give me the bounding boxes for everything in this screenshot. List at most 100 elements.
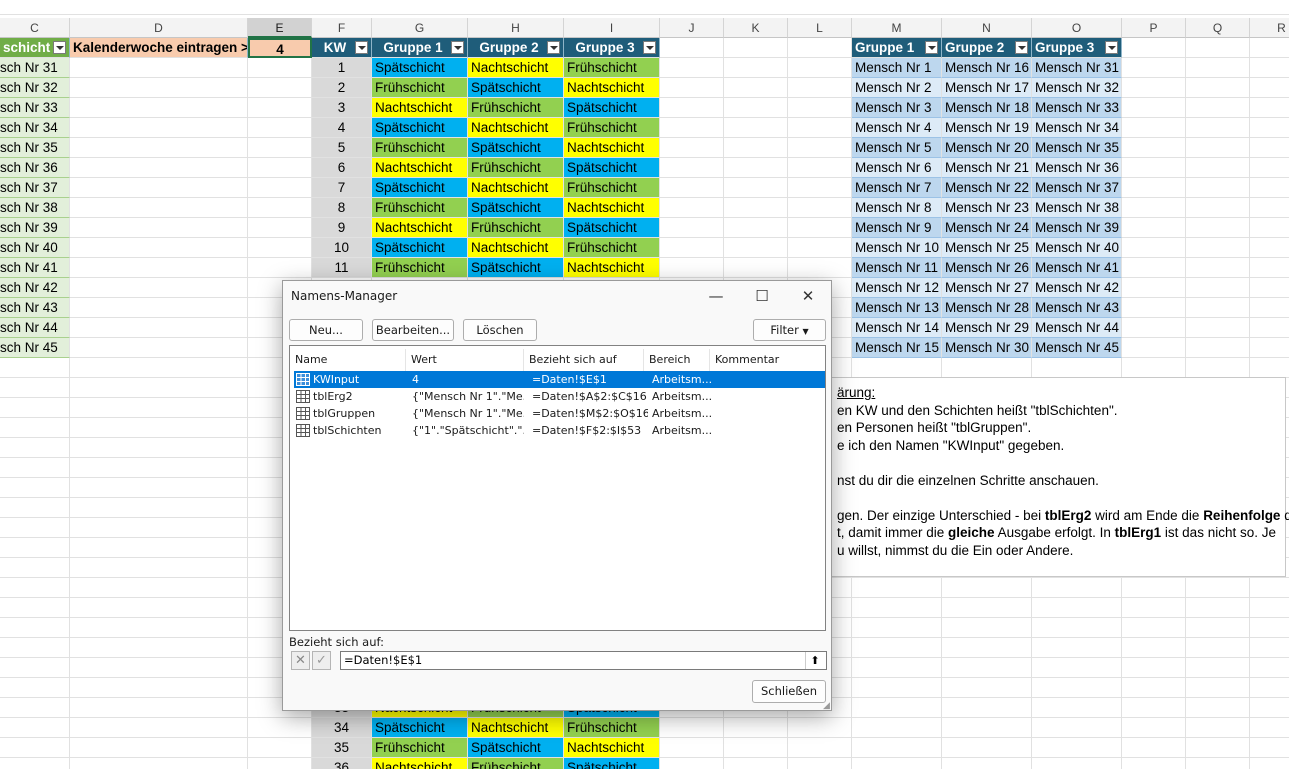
cell[interactable]: [1250, 218, 1289, 238]
table-cell-group[interactable]: Mensch Nr 18: [942, 98, 1032, 118]
cell[interactable]: [70, 578, 248, 598]
table-cell-kw[interactable]: 6: [312, 158, 372, 178]
table-cell-c[interactable]: sch Nr 44: [0, 318, 70, 338]
filter-button[interactable]: Filter ▼: [753, 319, 826, 341]
header-c[interactable]: schicht: [0, 38, 70, 58]
cell[interactable]: [724, 178, 788, 198]
cell[interactable]: [70, 118, 248, 138]
cell[interactable]: [1186, 638, 1250, 658]
cell[interactable]: [660, 238, 724, 258]
cell[interactable]: [0, 578, 70, 598]
cell[interactable]: [70, 238, 248, 258]
cell[interactable]: [1122, 78, 1186, 98]
col-header-scope[interactable]: Bereich: [644, 349, 710, 371]
cell[interactable]: [70, 558, 248, 578]
kw-input-label[interactable]: Kalenderwoche eintragen >: [70, 38, 248, 58]
cell[interactable]: [0, 398, 70, 418]
table-cell-shift[interactable]: Nachtschicht: [468, 178, 564, 198]
table-cell-shift[interactable]: Spätschicht: [468, 738, 564, 758]
cell[interactable]: [852, 758, 942, 769]
table-cell-c[interactable]: sch Nr 43: [0, 298, 70, 318]
table-cell-shift[interactable]: Spätschicht: [564, 758, 660, 769]
column-header-g[interactable]: G: [372, 18, 468, 38]
column-header-n[interactable]: N: [942, 18, 1032, 38]
table-cell-group[interactable]: Mensch Nr 2: [852, 78, 942, 98]
cell[interactable]: [660, 178, 724, 198]
cell[interactable]: [660, 718, 724, 738]
table-cell-group[interactable]: Mensch Nr 39: [1032, 218, 1122, 238]
cell[interactable]: [1186, 578, 1250, 598]
cell[interactable]: [248, 58, 312, 78]
cell[interactable]: [724, 738, 788, 758]
name-list-row[interactable]: tblGruppen {"Mensch Nr 1"."Me... =Daten!$M…: [294, 405, 825, 422]
cell[interactable]: [70, 638, 248, 658]
cell[interactable]: [724, 118, 788, 138]
cell[interactable]: [852, 638, 942, 658]
cell[interactable]: [70, 458, 248, 478]
cell[interactable]: [788, 258, 852, 278]
cell[interactable]: [1122, 658, 1186, 678]
column-header-r[interactable]: R: [1250, 18, 1289, 38]
cell[interactable]: [1250, 138, 1289, 158]
table-cell-shift[interactable]: Nachtschicht: [468, 718, 564, 738]
header-gruppe3[interactable]: Gruppe 3: [564, 38, 660, 58]
table-cell-group[interactable]: Mensch Nr 28: [942, 298, 1032, 318]
cell[interactable]: [1122, 578, 1186, 598]
cell[interactable]: [1122, 618, 1186, 638]
cell[interactable]: [248, 138, 312, 158]
table-cell-group[interactable]: Mensch Nr 30: [942, 338, 1032, 358]
cell[interactable]: [0, 478, 70, 498]
table-cell-kw[interactable]: 3: [312, 98, 372, 118]
table-cell-group[interactable]: Mensch Nr 6: [852, 158, 942, 178]
confirm-edit-icon[interactable]: ✓: [312, 651, 331, 670]
kw-input-cell[interactable]: 4: [248, 38, 312, 58]
cell[interactable]: [788, 98, 852, 118]
cell[interactable]: [660, 738, 724, 758]
cell[interactable]: [660, 138, 724, 158]
filter-dropdown-icon[interactable]: [1015, 41, 1028, 54]
refers-to-input[interactable]: =Daten!$E$1: [340, 651, 827, 670]
col-header-name[interactable]: Name: [290, 349, 406, 371]
cell[interactable]: [724, 198, 788, 218]
cell[interactable]: [0, 438, 70, 458]
cell[interactable]: [248, 158, 312, 178]
column-header-e[interactable]: E: [248, 18, 312, 38]
table-cell-shift[interactable]: Nachtschicht: [468, 118, 564, 138]
table-cell-shift[interactable]: Spätschicht: [372, 178, 468, 198]
table-cell-shift[interactable]: Frühschicht: [372, 738, 468, 758]
cell[interactable]: [70, 678, 248, 698]
cell[interactable]: [70, 178, 248, 198]
table-cell-group[interactable]: Mensch Nr 12: [852, 278, 942, 298]
cell[interactable]: [852, 618, 942, 638]
table-cell-group[interactable]: Mensch Nr 21: [942, 158, 1032, 178]
table-cell-shift[interactable]: Frühschicht: [564, 718, 660, 738]
table-cell-group[interactable]: Mensch Nr 40: [1032, 238, 1122, 258]
table-cell-group[interactable]: Mensch Nr 38: [1032, 198, 1122, 218]
table-cell-c[interactable]: sch Nr 38: [0, 198, 70, 218]
cell[interactable]: [0, 358, 70, 378]
cell[interactable]: [1186, 358, 1250, 378]
table-cell-kw[interactable]: 9: [312, 218, 372, 238]
header-groups-3[interactable]: Gruppe 3: [1032, 38, 1122, 58]
cell[interactable]: [788, 178, 852, 198]
table-cell-group[interactable]: Mensch Nr 29: [942, 318, 1032, 338]
table-cell-shift[interactable]: Frühschicht: [372, 78, 468, 98]
cell[interactable]: [1250, 338, 1289, 358]
cell[interactable]: [1250, 638, 1289, 658]
table-cell-group[interactable]: Mensch Nr 10: [852, 238, 942, 258]
cell[interactable]: [70, 538, 248, 558]
table-cell-group[interactable]: Mensch Nr 16: [942, 58, 1032, 78]
table-cell-group[interactable]: Mensch Nr 23: [942, 198, 1032, 218]
cell[interactable]: [248, 218, 312, 238]
cell[interactable]: [70, 298, 248, 318]
cell[interactable]: [1250, 98, 1289, 118]
column-header-i[interactable]: I: [564, 18, 660, 38]
table-cell-kw[interactable]: 1: [312, 58, 372, 78]
cell[interactable]: [70, 758, 248, 769]
cell[interactable]: [70, 498, 248, 518]
table-cell-group[interactable]: Mensch Nr 43: [1032, 298, 1122, 318]
cell[interactable]: [1122, 718, 1186, 738]
cell[interactable]: [0, 678, 70, 698]
filter-dropdown-icon[interactable]: [643, 41, 656, 54]
filter-dropdown-icon[interactable]: [355, 41, 368, 54]
